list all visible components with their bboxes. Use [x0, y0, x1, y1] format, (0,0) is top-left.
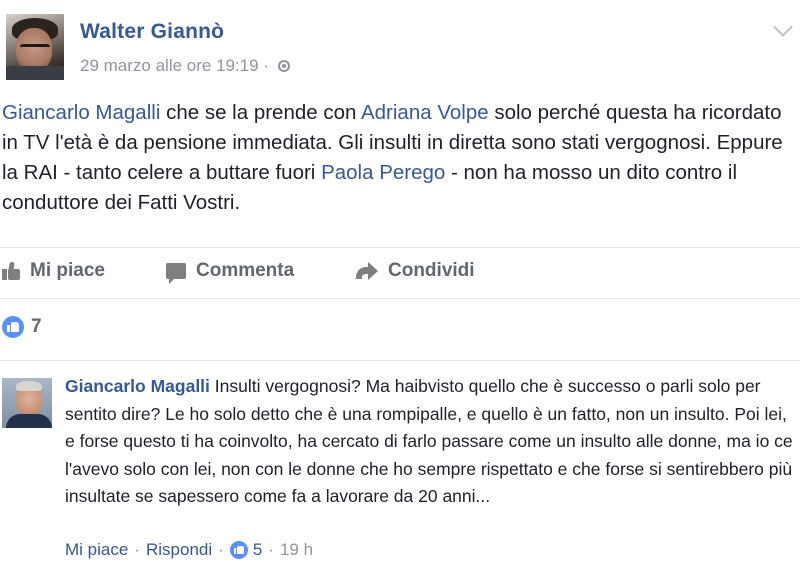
- divider: [0, 298, 800, 299]
- author-name[interactable]: Walter Giannò: [80, 20, 224, 44]
- post-timestamp[interactable]: 29 marzo alle ore 19:19 ·: [80, 56, 290, 76]
- like-reaction-icon[interactable]: [229, 541, 248, 559]
- mention-link[interactable]: Paola Perego: [321, 161, 445, 184]
- timestamp-text[interactable]: 29 marzo alle ore 19:19 ·: [80, 56, 269, 75]
- like-reaction-icon: [2, 316, 24, 338]
- comment-reply-link[interactable]: Rispondi: [146, 540, 212, 560]
- thumbs-up-icon: [2, 262, 20, 280]
- divider: [0, 247, 800, 248]
- meta-separator: ·: [134, 540, 140, 559]
- comment-like-link[interactable]: Mi piace: [65, 540, 128, 560]
- commenter-avatar[interactable]: [2, 378, 52, 428]
- post-actions: Mi piace Commenta Condividi: [0, 252, 800, 292]
- share-button-label: Condividi: [388, 260, 475, 281]
- comment-bubble-icon: [166, 263, 186, 284]
- like-button-label: Mi piace: [30, 260, 105, 281]
- post-text-segment: che se la prende con: [160, 101, 361, 124]
- reaction-count[interactable]: 7: [31, 316, 42, 338]
- globe-icon[interactable]: [277, 60, 290, 72]
- comment-age[interactable]: 19 h: [280, 540, 313, 560]
- comment-button-label: Commenta: [196, 260, 295, 281]
- share-arrow-icon: [356, 262, 378, 280]
- divider: [0, 360, 800, 361]
- comment: Giancarlo Magalli Insulti vergognosi? Ma…: [65, 373, 793, 511]
- share-button[interactable]: Condividi: [356, 260, 475, 282]
- like-button[interactable]: Mi piace: [2, 260, 105, 282]
- mention-link[interactable]: Giancarlo Magalli: [2, 101, 160, 124]
- comment-button[interactable]: Commenta: [166, 260, 295, 284]
- mention-link[interactable]: Adriana Volpe: [361, 101, 489, 124]
- meta-separator: ·: [268, 540, 274, 559]
- facebook-post: Walter Giannò 29 marzo alle ore 19:19 · …: [0, 0, 800, 567]
- post-text: Giancarlo Magalli che se la prende con A…: [2, 98, 792, 218]
- comment-author[interactable]: Giancarlo Magalli: [65, 376, 210, 396]
- comment-meta: Mi piace · Rispondi · 5 · 19 h: [65, 540, 313, 560]
- reactions-summary[interactable]: 7: [2, 316, 42, 338]
- meta-separator: ·: [218, 540, 224, 559]
- chevron-down-icon[interactable]: [773, 17, 793, 37]
- author-avatar[interactable]: [6, 14, 64, 80]
- comment-like-count[interactable]: 5: [253, 540, 262, 560]
